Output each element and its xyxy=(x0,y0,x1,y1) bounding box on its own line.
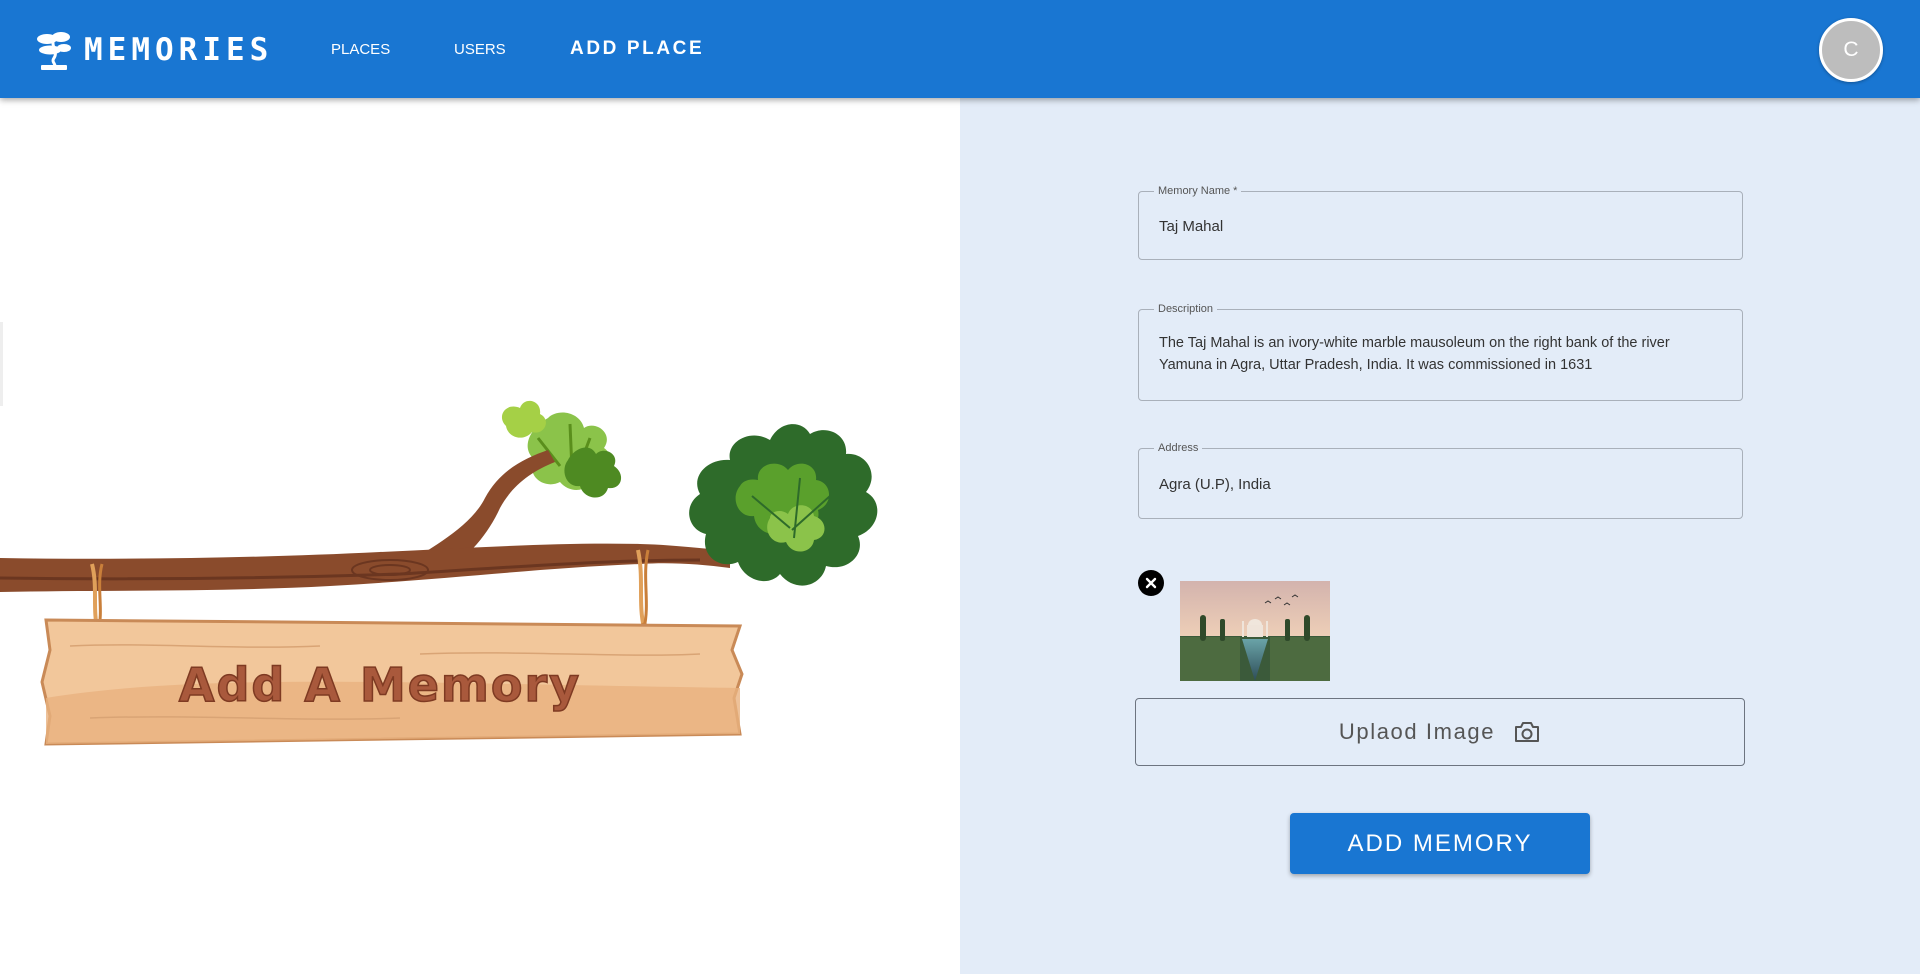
close-circle-icon xyxy=(1145,577,1157,589)
address-field[interactable]: Address Agra (U.P), India xyxy=(1138,440,1743,519)
upper-leaves xyxy=(501,400,622,498)
add-memory-button[interactable]: ADD MEMORY xyxy=(1290,813,1590,874)
memory-name-field[interactable]: Memory Name * Taj Mahal xyxy=(1138,183,1743,260)
wooden-sign: Add A Memory xyxy=(40,618,744,746)
branch-sign-illustration: Add A Memory xyxy=(0,400,878,746)
address-label: Address xyxy=(1154,440,1203,456)
remove-image-button[interactable] xyxy=(1138,570,1164,596)
upload-image-label: Uplaod Image xyxy=(1338,719,1496,744)
sign-text: Add A Memory xyxy=(179,658,581,712)
right-leaves xyxy=(689,424,878,586)
upload-image-button[interactable]: Uplaod Image xyxy=(1135,698,1745,766)
memory-name-label: Memory Name * xyxy=(1154,183,1242,199)
brand-name: MEMORIES xyxy=(84,32,274,68)
app-bar: MEMORIES PLACES USERS ADD PLACE C xyxy=(0,0,1920,98)
nav-places[interactable]: PLACES xyxy=(331,0,390,98)
image-preview xyxy=(1180,581,1330,681)
memory-name-input[interactable]: Taj Mahal xyxy=(1159,218,1223,235)
description-field[interactable]: Description The Taj Mahal is an ivory-wh… xyxy=(1138,301,1743,401)
address-input[interactable]: Agra (U.P), India xyxy=(1159,476,1271,493)
nav-users[interactable]: USERS xyxy=(454,0,506,98)
add-memory-form: Memory Name * Taj Mahal Description The … xyxy=(960,98,1920,974)
user-avatar[interactable]: C xyxy=(1819,18,1883,82)
description-label: Description xyxy=(1154,301,1218,317)
camera-icon xyxy=(1515,722,1540,742)
main-branch xyxy=(0,543,730,592)
description-textarea[interactable]: The Taj Mahal is an ivory-white marble m… xyxy=(1159,332,1724,376)
illustration-panel: Add A Memory xyxy=(0,98,960,974)
bonsai-tree-icon xyxy=(37,32,71,70)
brand-link[interactable]: MEMORIES xyxy=(36,30,273,70)
nav-add-place[interactable]: ADD PLACE xyxy=(570,0,704,98)
